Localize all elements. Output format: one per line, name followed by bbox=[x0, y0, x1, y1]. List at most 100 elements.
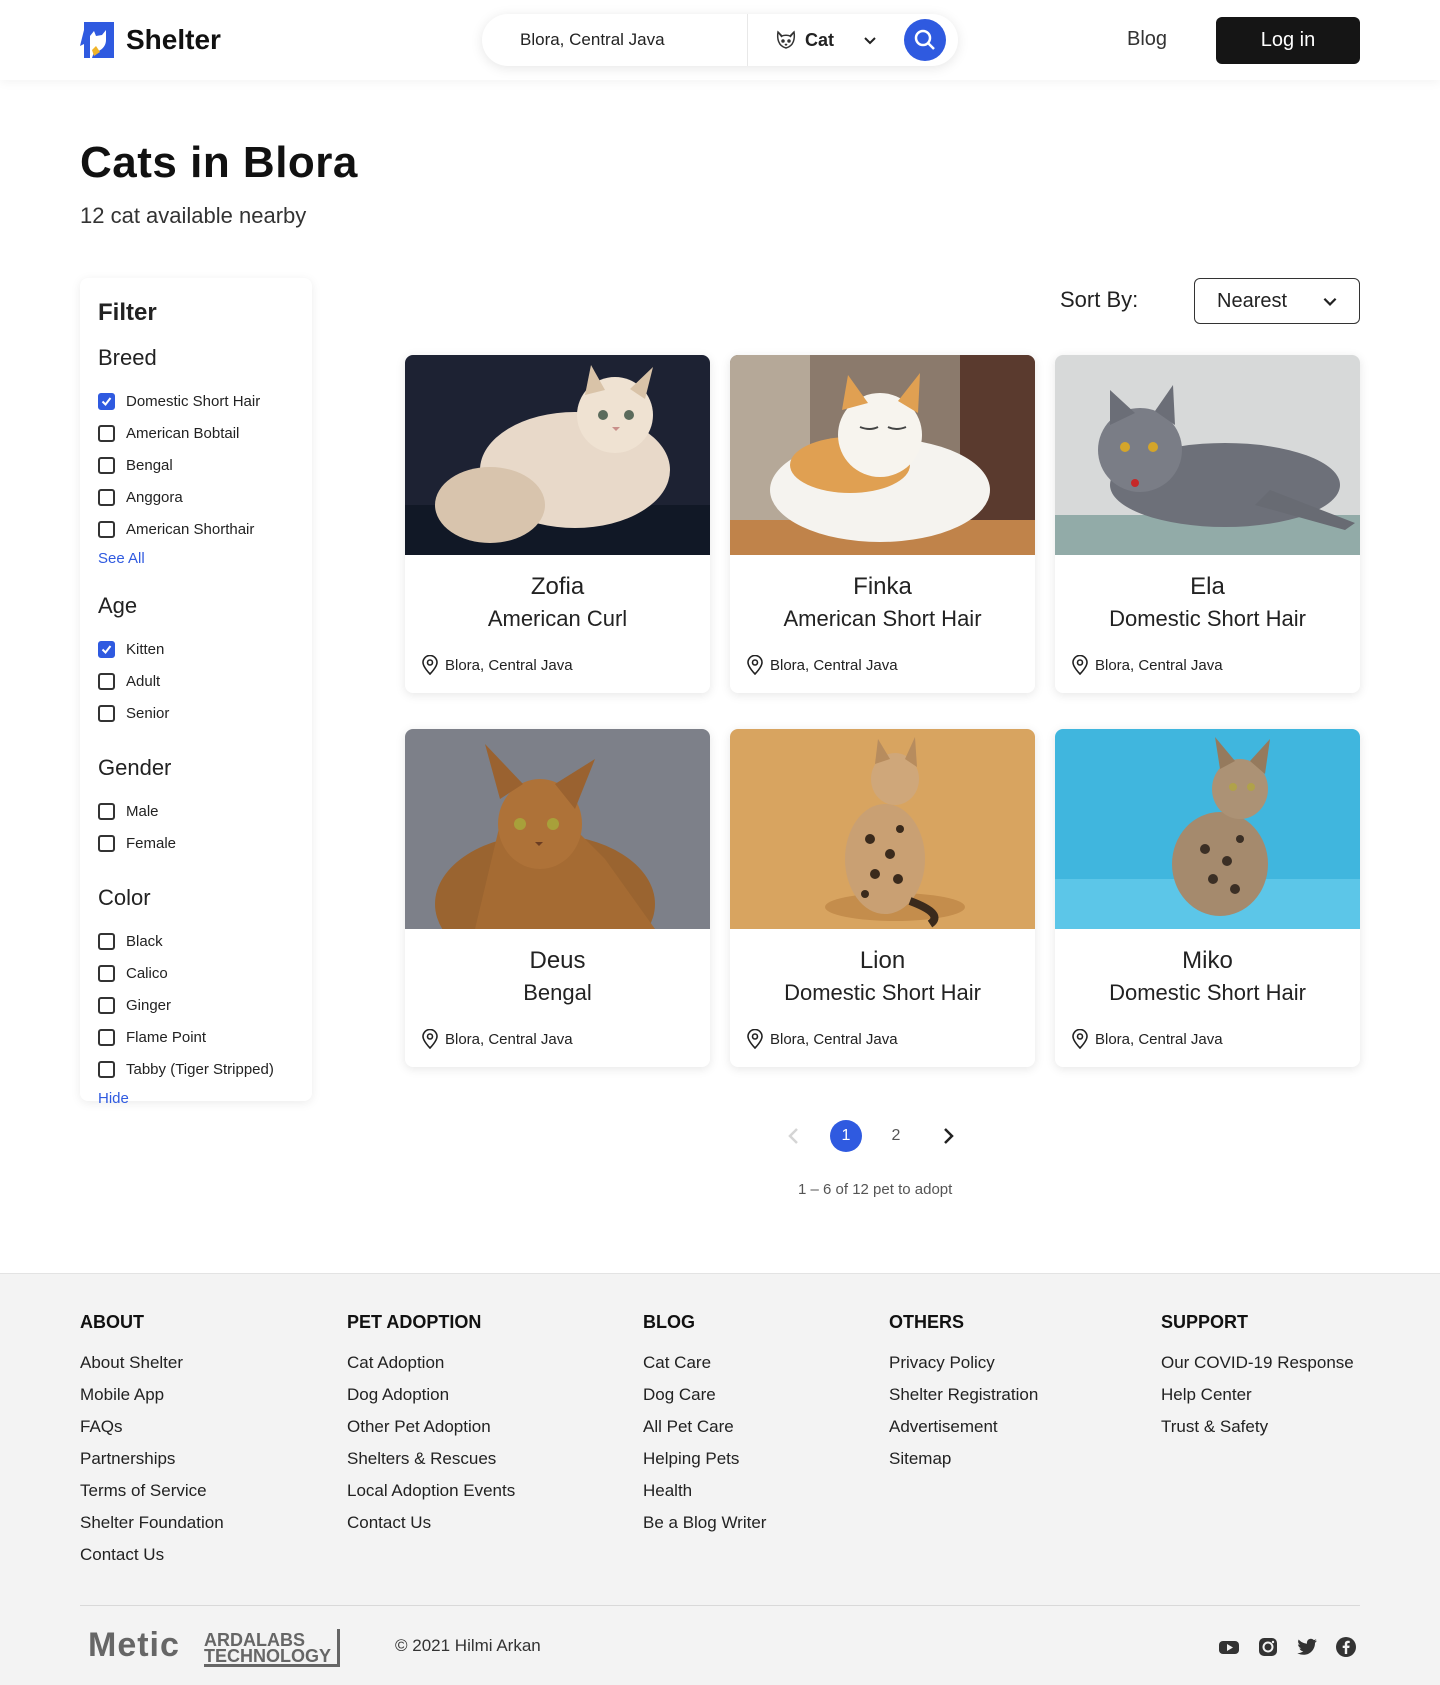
checkbox[interactable] bbox=[98, 932, 115, 950]
footer-link[interactable]: Other Pet Adoption bbox=[347, 1411, 515, 1443]
login-button[interactable]: Log in bbox=[1216, 17, 1360, 64]
footer-link[interactable]: Local Adoption Events bbox=[347, 1475, 515, 1507]
footer-link[interactable]: Contact Us bbox=[80, 1539, 224, 1571]
checkbox[interactable] bbox=[98, 964, 115, 982]
checkbox[interactable] bbox=[98, 704, 115, 722]
footer-link[interactable]: Cat Care bbox=[643, 1347, 766, 1379]
footer-link[interactable]: Trust & Safety bbox=[1161, 1411, 1354, 1443]
filter-option[interactable]: Kitten bbox=[98, 633, 294, 665]
checkbox[interactable] bbox=[98, 424, 115, 442]
facebook-icon[interactable] bbox=[1335, 1636, 1357, 1658]
footer-link[interactable]: Terms of Service bbox=[80, 1475, 224, 1507]
footer-link[interactable]: Our COVID-19 Response bbox=[1161, 1347, 1354, 1379]
pet-location: Blora, Central Java bbox=[746, 1029, 898, 1049]
footer-link[interactable]: Advertisement bbox=[889, 1411, 1038, 1443]
pet-card[interactable]: Miko Domestic Short Hair Blora, Central Ja… bbox=[1055, 729, 1360, 1067]
filter-option-label: Senior bbox=[126, 704, 170, 722]
checkbox[interactable] bbox=[98, 456, 115, 474]
footer-column-title: ABOUT bbox=[80, 1312, 144, 1332]
pet-location-label: Blora, Central Java bbox=[1095, 1030, 1223, 1048]
youtube-icon[interactable] bbox=[1218, 1636, 1240, 1658]
page-number-button[interactable]: 1 bbox=[830, 1120, 862, 1152]
footer-link[interactable]: Sitemap bbox=[889, 1443, 1038, 1475]
search-button[interactable] bbox=[904, 19, 946, 61]
pet-card[interactable]: Deus Bengal Blora, Central Java bbox=[405, 729, 710, 1067]
checkbox[interactable] bbox=[98, 834, 115, 852]
footer-link[interactable]: Helping Pets bbox=[643, 1443, 766, 1475]
filter-option[interactable]: Bengal bbox=[98, 449, 294, 481]
pet-type-dropdown[interactable]: Cat bbox=[748, 29, 908, 51]
pet-location: Blora, Central Java bbox=[1071, 1029, 1223, 1049]
page-number-button[interactable]: 2 bbox=[880, 1120, 912, 1152]
filter-option[interactable]: Female bbox=[98, 827, 294, 859]
checkbox[interactable] bbox=[98, 996, 115, 1014]
location-pin-icon bbox=[747, 1029, 763, 1049]
pet-photo bbox=[1055, 355, 1360, 555]
pet-card[interactable]: Finka American Short Hair Blora, Central J… bbox=[730, 355, 1035, 693]
filter-option[interactable]: Domestic Short Hair bbox=[98, 385, 294, 417]
footer-link[interactable]: Dog Adoption bbox=[347, 1379, 515, 1411]
pet-card[interactable]: Zofia American Curl Blora, Central Java bbox=[405, 355, 710, 693]
metic-logo: Metic bbox=[88, 1626, 180, 1664]
footer-link[interactable]: FAQs bbox=[80, 1411, 224, 1443]
checkbox[interactable] bbox=[98, 672, 115, 690]
filter-option[interactable]: Adult bbox=[98, 665, 294, 697]
footer-link[interactable]: Partnerships bbox=[80, 1443, 224, 1475]
cat-icon bbox=[776, 30, 796, 49]
twitter-icon[interactable] bbox=[1296, 1636, 1318, 1658]
filter-option[interactable]: American Shorthair bbox=[98, 513, 294, 545]
footer-link[interactable]: Help Center bbox=[1161, 1379, 1354, 1411]
footer-link[interactable]: Shelters & Rescues bbox=[347, 1443, 515, 1475]
filter-option[interactable]: Calico bbox=[98, 957, 294, 989]
filter-option[interactable]: Tabby (Tiger Stripped) bbox=[98, 1053, 294, 1085]
checkbox[interactable] bbox=[98, 520, 115, 538]
footer-link[interactable]: About Shelter bbox=[80, 1347, 224, 1379]
filter-option[interactable]: Flame Point bbox=[98, 1021, 294, 1053]
pet-location: Blora, Central Java bbox=[1071, 655, 1223, 675]
footer-link[interactable]: All Pet Care bbox=[643, 1411, 766, 1443]
pet-photo bbox=[1055, 729, 1360, 929]
footer-link[interactable]: Contact Us bbox=[347, 1507, 515, 1539]
filter-option[interactable]: Male bbox=[98, 795, 294, 827]
checkbox[interactable] bbox=[98, 488, 115, 506]
next-page-button[interactable] bbox=[934, 1120, 962, 1152]
filter-option-label: Adult bbox=[126, 672, 161, 690]
footer-column: ABOUT About Shelter Mobile App FAQs Partners… bbox=[80, 1312, 224, 1571]
checkbox[interactable] bbox=[98, 640, 115, 658]
filter-option[interactable]: American Bobtail bbox=[98, 417, 294, 449]
nav-blog-link[interactable]: Blog bbox=[1127, 28, 1167, 51]
filter-option[interactable]: Ginger bbox=[98, 989, 294, 1021]
sort-dropdown[interactable]: Nearest bbox=[1194, 278, 1360, 324]
filter-option[interactable]: Anggora bbox=[98, 481, 294, 513]
filter-option[interactable]: Senior bbox=[98, 697, 294, 729]
filter-option-label: American Shorthair bbox=[126, 520, 255, 538]
footer-link[interactable]: Dog Care bbox=[643, 1379, 766, 1411]
footer-link[interactable]: Cat Adoption bbox=[347, 1347, 515, 1379]
logo[interactable]: Shelter bbox=[80, 20, 221, 60]
pet-location-label: Blora, Central Java bbox=[1095, 656, 1223, 674]
instagram-icon[interactable] bbox=[1257, 1636, 1279, 1658]
footer-column-title: BLOG bbox=[643, 1312, 695, 1332]
footer-link[interactable]: Health bbox=[643, 1475, 766, 1507]
filter-option-label: Anggora bbox=[126, 488, 183, 506]
filter-see-all-link[interactable]: See All bbox=[98, 550, 294, 567]
footer-link[interactable]: Shelter Foundation bbox=[80, 1507, 224, 1539]
footer-link[interactable]: Be a Blog Writer bbox=[643, 1507, 766, 1539]
footer-link[interactable]: Mobile App bbox=[80, 1379, 224, 1411]
location-pin-icon bbox=[1072, 655, 1088, 675]
footer-link[interactable]: Shelter Registration bbox=[889, 1379, 1038, 1411]
filter-option-label: American Bobtail bbox=[126, 424, 240, 442]
checkbox[interactable] bbox=[98, 1060, 115, 1078]
pet-card[interactable]: Lion Domestic Short Hair Blora, Central Ja… bbox=[730, 729, 1035, 1067]
location-search-input[interactable] bbox=[482, 14, 747, 66]
footer-link[interactable]: Privacy Policy bbox=[889, 1347, 1038, 1379]
pet-card[interactable]: Ela Domestic Short Hair Blora, Central Jav… bbox=[1055, 355, 1360, 693]
prev-page-button[interactable] bbox=[780, 1120, 808, 1152]
filter-hide-link[interactable]: Hide bbox=[98, 1090, 294, 1107]
checkbox[interactable] bbox=[98, 1028, 115, 1046]
pet-name: Zofia bbox=[530, 573, 585, 600]
checkbox[interactable] bbox=[98, 392, 115, 410]
filter-option[interactable]: Black bbox=[98, 925, 294, 957]
checkbox[interactable] bbox=[98, 802, 115, 820]
pagination: 12 bbox=[780, 1120, 962, 1152]
